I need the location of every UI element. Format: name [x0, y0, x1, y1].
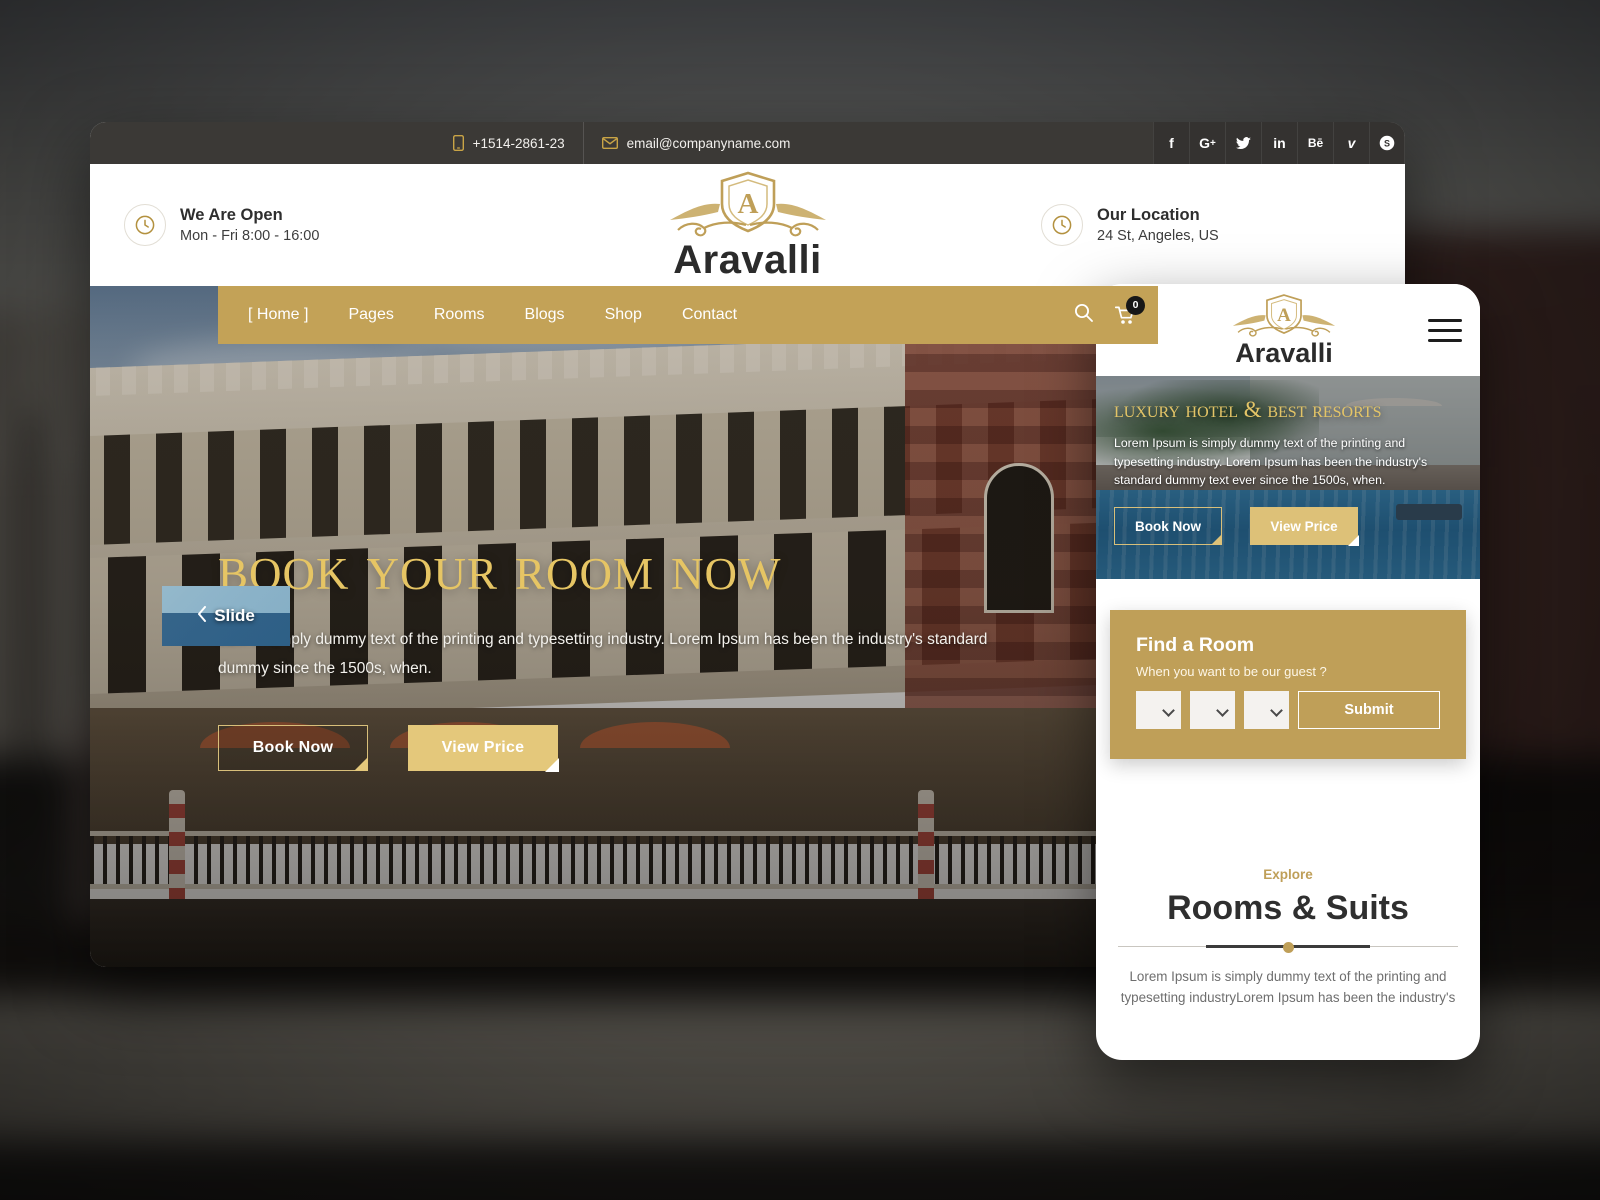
twitter-icon[interactable]: [1225, 122, 1261, 164]
slider-prev-label-group: Slide: [197, 605, 255, 627]
clock-icon: [124, 204, 166, 246]
social-links: f G + in Bē v S: [1153, 122, 1405, 164]
nav-item-blogs[interactable]: Blogs: [507, 286, 583, 344]
guests-select[interactable]: [1244, 691, 1289, 729]
nav-item-rooms[interactable]: Rooms: [416, 286, 503, 344]
main-navigation: [ Home ] Pages Rooms Blogs Shop Contact …: [218, 286, 1158, 344]
hero-content: Book Your Room Now sum is simply dummy t…: [218, 532, 1138, 773]
explore-rooms-section: Explore Rooms & Suits Lorem Ipsum is sim…: [1096, 867, 1480, 1009]
site-header: We Are Open Mon - Fri 8:00 - 16:00 A Ara…: [90, 164, 1405, 286]
nav-item-pages[interactable]: Pages: [330, 286, 411, 344]
mobile-hero-title: Luxury Hotel & Best Resorts: [1114, 397, 1382, 422]
find-room-subtitle: When you want to be our guest ?: [1136, 664, 1327, 679]
chevron-left-icon: [197, 605, 207, 627]
site-logo[interactable]: A Aravalli: [454, 168, 1041, 283]
book-now-button[interactable]: Book Now: [218, 725, 368, 772]
slider-prev-label: Slide: [214, 606, 255, 625]
cart-count-badge: 0: [1126, 295, 1145, 315]
hero-paragraph: sum is simply dummy text of the printing…: [218, 631, 988, 677]
opening-hours-text: We Are Open Mon - Fri 8:00 - 16:00: [180, 204, 319, 247]
section-divider: [1118, 942, 1458, 953]
skype-icon[interactable]: S: [1369, 122, 1405, 164]
phone-contact[interactable]: +1514-2861-23: [435, 122, 583, 164]
shield-crest-icon: A: [1232, 294, 1336, 337]
svg-text:A: A: [1277, 305, 1291, 326]
find-room-title: Find a Room: [1136, 634, 1255, 656]
checkin-select[interactable]: [1136, 691, 1181, 729]
checkout-select[interactable]: [1190, 691, 1235, 729]
mobile-hero-buttons: Book Now View Price: [1114, 507, 1462, 547]
google-plus-icon[interactable]: G +: [1189, 122, 1225, 164]
shopping-cart-icon[interactable]: 0: [1115, 295, 1145, 325]
find-room-controls: Submit: [1136, 691, 1440, 729]
hamburger-menu-icon[interactable]: [1428, 318, 1462, 342]
location-title: Our Location: [1097, 205, 1200, 224]
burger-line: [1428, 338, 1462, 342]
mobile-phone-icon: [452, 135, 464, 151]
open-hours: Mon - Fri 8:00 - 16:00: [180, 227, 320, 244]
mobile-hero: Luxury Hotel & Best Resorts Lorem Ipsum …: [1096, 376, 1480, 579]
burger-line: [1428, 328, 1462, 332]
divider-dot: [1282, 942, 1294, 953]
mobile-preview-panel: A Aravalli luxury hotel & best resorts L…: [1096, 284, 1480, 1060]
nav-item-home[interactable]: [ Home ]: [230, 286, 326, 344]
location-text: Our Location 24 St, Angeles, US: [1097, 204, 1219, 247]
top-contact-bar: +1514-2861-23 email@companyname.com f G +…: [90, 122, 1405, 164]
svg-text:A: A: [737, 188, 758, 220]
nav-actions: 0: [1074, 295, 1158, 327]
linkedin-icon[interactable]: in: [1261, 122, 1297, 164]
vimeo-icon[interactable]: v: [1333, 122, 1369, 164]
mobile-hero-paragraph: Lorem Ipsum is simply dummy text of the …: [1114, 436, 1428, 488]
burger-line: [1428, 318, 1462, 322]
opening-hours-block: We Are Open Mon - Fri 8:00 - 16:00: [124, 204, 454, 247]
hero-buttons: Book Now View Price: [218, 725, 1138, 773]
location-address: 24 St, Angeles, US: [1097, 227, 1219, 244]
facebook-icon[interactable]: f: [1153, 122, 1189, 164]
explore-paragraph: Lorem Ipsum is simply dummy text of the …: [1120, 969, 1456, 1005]
email-contact[interactable]: email@companyname.com: [582, 122, 809, 164]
nav-item-shop[interactable]: Shop: [587, 286, 660, 344]
phone-number: +1514-2861-23: [472, 135, 565, 151]
clock-icon: [1041, 204, 1083, 246]
brand-name: Aravalli: [673, 237, 822, 282]
explore-kicker: Explore: [1263, 867, 1313, 882]
mobile-brand-name: Aravalli: [1235, 338, 1333, 368]
nav-links: [ Home ] Pages Rooms Blogs Shop Contact: [218, 286, 755, 344]
hero-title: Book Your Room Now: [218, 532, 782, 603]
mobile-logo[interactable]: A Aravalli: [1140, 291, 1428, 369]
nav-item-contact[interactable]: Contact: [664, 286, 755, 344]
mobile-view-price-button[interactable]: View Price: [1250, 507, 1359, 547]
location-block: Our Location 24 St, Angeles, US: [1041, 204, 1371, 247]
envelope-icon: [601, 137, 618, 149]
email-address: email@companyname.com: [626, 135, 791, 151]
explore-title: Rooms & Suits: [1167, 889, 1409, 927]
find-a-room-form: Find a Room When you want to be our gues…: [1110, 610, 1466, 759]
shield-crest-icon: A: [669, 171, 826, 236]
behance-icon[interactable]: Bē: [1297, 122, 1333, 164]
slider-prev-control[interactable]: Slide: [162, 586, 290, 646]
submit-button[interactable]: Submit: [1298, 691, 1440, 729]
open-title: We Are Open: [180, 205, 283, 224]
search-icon[interactable]: [1074, 303, 1093, 327]
svg-text:S: S: [1384, 139, 1390, 149]
mobile-hero-content: Luxury Hotel & Best Resorts Lorem Ipsum …: [1096, 376, 1480, 579]
view-price-button[interactable]: View Price: [408, 725, 559, 773]
